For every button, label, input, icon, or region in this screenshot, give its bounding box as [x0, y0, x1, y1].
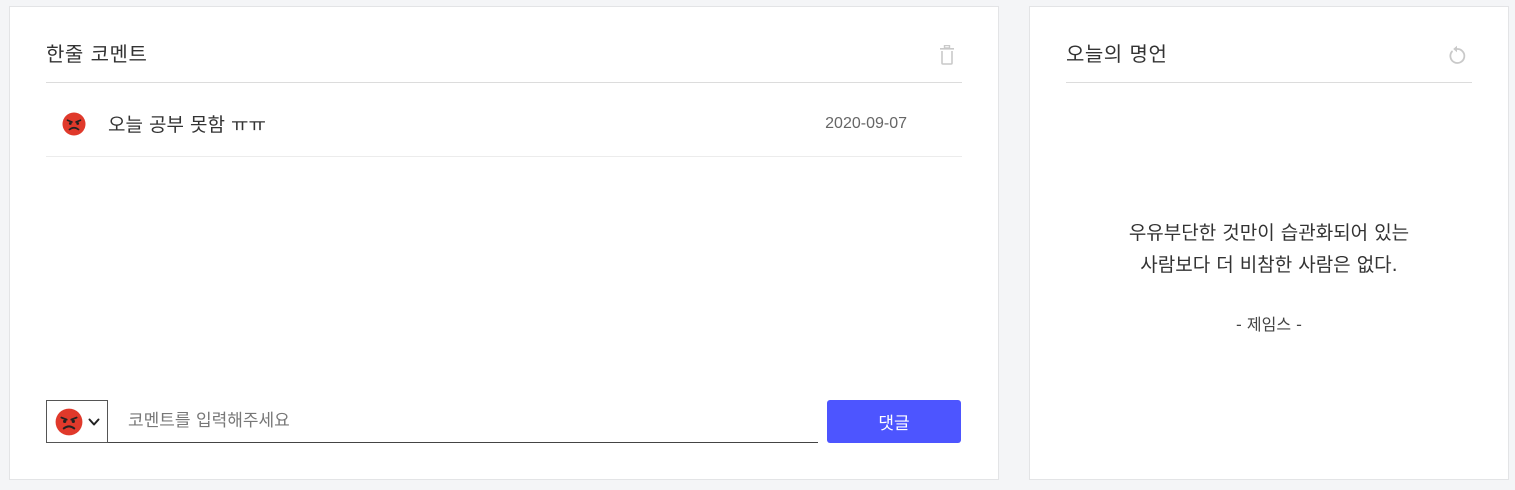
comment-panel-title: 한줄 코멘트	[46, 42, 148, 66]
angry-face-icon	[62, 112, 86, 136]
refresh-icon[interactable]	[1446, 44, 1468, 66]
comment-text: 오늘 공부 못함 ㅠㅠ	[108, 114, 266, 136]
emoji-select[interactable]	[46, 400, 108, 443]
quote-body: 우유부단한 것만이 습관화되어 있는 사람보다 더 비참한 사람은 없다. - …	[1030, 217, 1508, 335]
comment-date: 2020-09-07	[825, 114, 907, 132]
quote-line: 우유부단한 것만이 습관화되어 있는	[1128, 222, 1410, 244]
submit-comment-button[interactable]: 댓글	[827, 400, 961, 443]
chevron-down-icon	[88, 418, 100, 425]
comment-input-area: 댓글	[46, 400, 962, 444]
quote-author: - 제임스 -	[1236, 315, 1302, 334]
quote-panel: 오늘의 명언 우유부단한 것만이 습관화되어 있는 사람보다 더 비참한 사람은…	[1029, 6, 1509, 480]
comment-input[interactable]	[108, 400, 818, 443]
comment-panel: 한줄 코멘트 오늘 공부 못함 ㅠㅠ 2020-09-07 코멘트를 입력해주세…	[9, 6, 999, 480]
quote-panel-header: 오늘의 명언	[1066, 35, 1472, 83]
trash-icon[interactable]	[936, 44, 958, 66]
quote-line: 사람보다 더 비참한 사람은 없다.	[1140, 254, 1398, 276]
quote-panel-title: 오늘의 명언	[1066, 42, 1168, 66]
comment-panel-header: 한줄 코멘트	[46, 35, 962, 83]
comment-row: 오늘 공부 못함 ㅠㅠ 2020-09-07	[46, 91, 962, 157]
angry-face-icon	[55, 408, 83, 435]
